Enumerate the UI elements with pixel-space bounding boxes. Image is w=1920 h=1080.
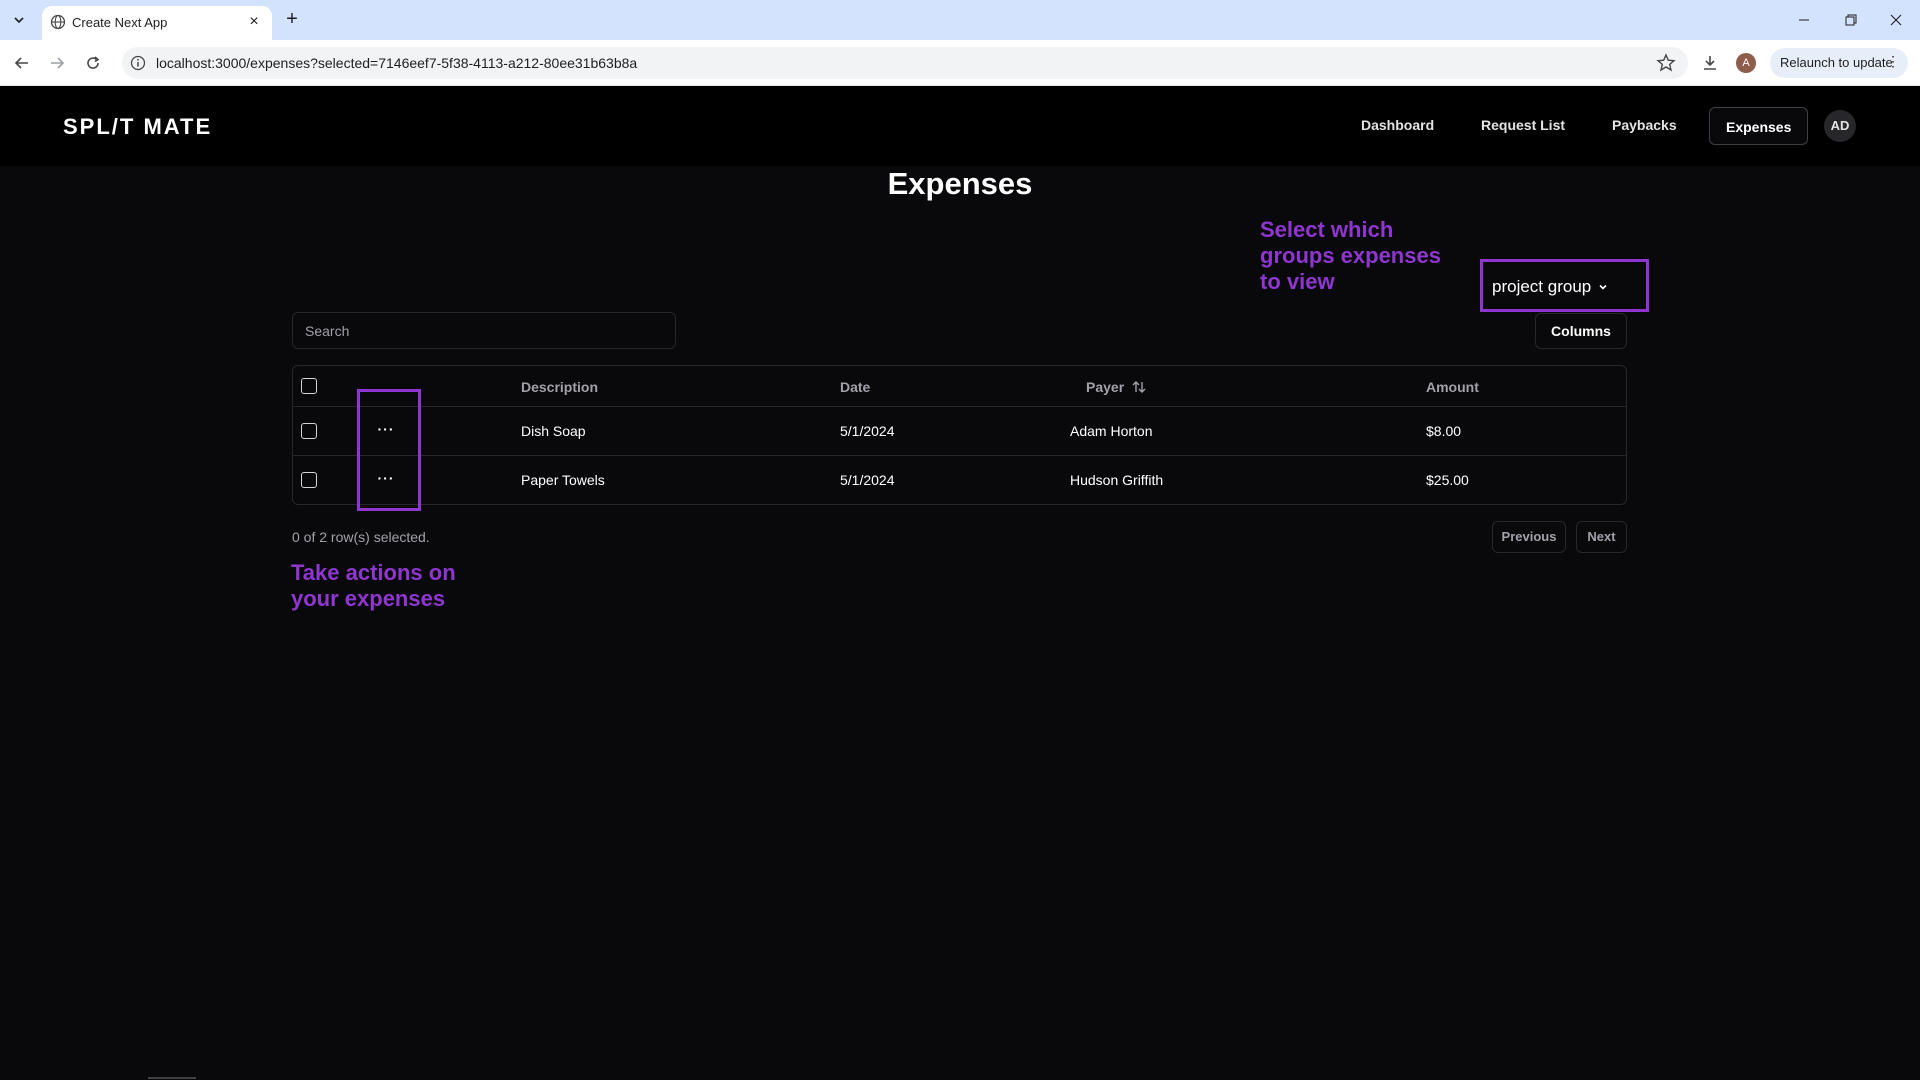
highlight-box-row-actions [357, 389, 421, 511]
row-checkbox[interactable] [301, 423, 317, 439]
cell-amount: $8.00 [1426, 423, 1462, 439]
close-window-icon[interactable] [1878, 6, 1914, 34]
scroll-indicator [148, 1077, 196, 1079]
annotation-take-actions: Take actions on your expenses [291, 560, 456, 612]
profile-avatar[interactable]: A [1736, 53, 1756, 73]
browser-tab[interactable]: Create Next App × [42, 6, 272, 40]
cell-payer: Hudson Griffith [1070, 472, 1164, 488]
reload-icon[interactable] [78, 48, 108, 78]
group-select-dropdown[interactable]: project group [1492, 274, 1638, 300]
back-arrow-icon[interactable] [7, 48, 37, 78]
more-vertical-icon[interactable]: ⋮ [1886, 53, 1900, 70]
header-amount[interactable]: Amount [1426, 379, 1479, 395]
cell-description: Dish Soap [521, 423, 586, 439]
next-page-button[interactable]: Next [1576, 521, 1627, 553]
url-text[interactable]: localhost:3000/expenses?selected=7146eef… [156, 55, 637, 71]
app-logo[interactable]: SPL/T MATE [63, 114, 212, 140]
bookmark-star-icon[interactable] [1656, 53, 1676, 73]
relaunch-to-update-button[interactable]: Relaunch to update ⋮ [1770, 48, 1908, 78]
forward-arrow-icon[interactable] [42, 48, 72, 78]
annotation-line: Take actions on [291, 560, 456, 585]
cell-date: 5/1/2024 [840, 423, 895, 439]
restore-icon[interactable] [1833, 6, 1869, 34]
table-row[interactable]: ··· Dish Soap 5/1/2024 Adam Horton $8.00 [293, 407, 1626, 456]
nav-expenses[interactable]: Expenses [1709, 107, 1809, 145]
header-payer[interactable]: Payer [1086, 379, 1124, 395]
globe-icon [50, 14, 66, 30]
address-bar[interactable]: localhost:3000/expenses?selected=7146eef… [122, 47, 1688, 79]
selection-count-text: 0 of 2 row(s) selected. [292, 529, 430, 545]
annotation-select-groups: Select which groups expenses to view [1260, 217, 1441, 295]
cell-payer: Adam Horton [1070, 423, 1153, 439]
browser-toolbar: localhost:3000/expenses?selected=7146eef… [0, 40, 1920, 86]
minimize-icon[interactable] [1786, 6, 1822, 34]
tab-search-chevron-icon[interactable] [8, 9, 30, 31]
nav-request-list[interactable]: Request List [1481, 117, 1565, 133]
cell-description: Paper Towels [521, 472, 605, 488]
select-all-checkbox[interactable] [301, 378, 317, 394]
sort-arrows-icon[interactable] [1131, 379, 1147, 395]
header-date[interactable]: Date [840, 379, 870, 395]
app-header: SPL/T MATE Dashboard Request List Paybac… [0, 86, 1920, 166]
site-info-icon[interactable] [130, 55, 146, 71]
user-avatar[interactable]: AD [1824, 110, 1856, 142]
nav-paybacks[interactable]: Paybacks [1612, 117, 1677, 133]
annotation-line: your expenses [291, 586, 446, 611]
new-tab-plus-icon[interactable]: + [280, 8, 304, 32]
tab-close-icon[interactable]: × [244, 12, 264, 32]
annotation-line: groups expenses [1260, 243, 1441, 268]
table-header: Description Date Payer Amount [293, 366, 1626, 407]
page-title: Expenses [887, 166, 1033, 201]
annotation-line: to view [1260, 269, 1335, 294]
search-input[interactable] [292, 312, 676, 349]
expenses-table: Description Date Payer Amount ··· Dish S… [292, 365, 1627, 505]
nav-dashboard[interactable]: Dashboard [1361, 117, 1434, 133]
tab-title: Create Next App [72, 15, 168, 30]
columns-button[interactable]: Columns [1535, 313, 1627, 349]
cell-date: 5/1/2024 [840, 472, 895, 488]
annotation-line: Select which [1260, 217, 1394, 242]
header-description[interactable]: Description [521, 379, 598, 395]
row-checkbox[interactable] [301, 472, 317, 488]
group-select-value: project group [1492, 277, 1592, 296]
cell-amount: $25.00 [1426, 472, 1469, 488]
previous-page-button[interactable]: Previous [1492, 521, 1566, 553]
browser-tab-bar: Create Next App × + [0, 0, 1920, 40]
download-icon[interactable] [1699, 52, 1721, 74]
chevron-down-icon [1599, 284, 1607, 290]
table-row[interactable]: ··· Paper Towels 5/1/2024 Hudson Griffit… [293, 456, 1626, 505]
relaunch-label: Relaunch to update [1780, 55, 1893, 70]
